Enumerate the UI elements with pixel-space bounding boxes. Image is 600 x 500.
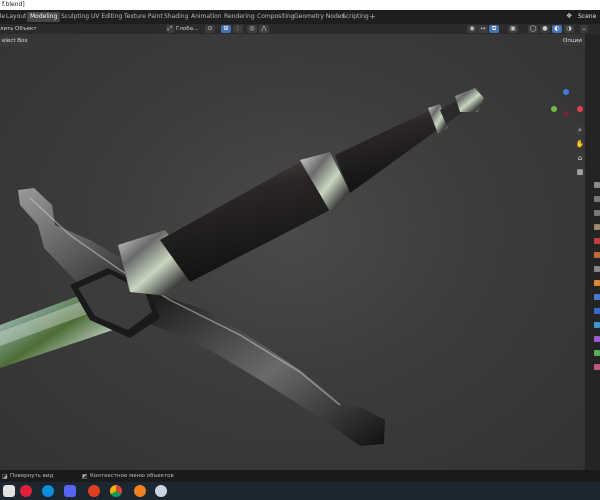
viewport-header: лить Объект ⤢ Глоба... ⊙ ⊞ ⋮ ◎ ⋀ ◉ ↔ ⧉ ▣… (0, 24, 600, 34)
world-props-icon[interactable] (594, 252, 600, 258)
snap-toggle-icon[interactable]: ⊞ (221, 25, 231, 33)
mouse-left-icon: ◪ (2, 473, 8, 480)
visibility-icon[interactable]: ◉ (467, 25, 477, 33)
xray-toggle-icon[interactable]: ▣ (508, 25, 518, 33)
data-props-icon[interactable] (594, 350, 600, 356)
options-dropdown[interactable]: Опции (560, 37, 585, 46)
transform-orientation-select[interactable]: Глоба... (176, 25, 198, 33)
app-icon[interactable] (155, 485, 167, 497)
windows-start-icon[interactable] (3, 485, 15, 497)
view-layer-props-icon[interactable] (594, 224, 600, 230)
tab-texture-paint[interactable]: Texture Paint (121, 12, 166, 22)
mouse-right-icon: ◩ (82, 473, 88, 480)
tab-uv-editing[interactable]: UV Editing (88, 12, 125, 22)
perspective-toggle-icon[interactable]: ▦ (575, 167, 585, 177)
transform-orientation-icon[interactable]: ⤢ (166, 25, 174, 33)
workspace-tabs-bar: File Layout Modeling Sculpting UV Editin… (0, 10, 600, 24)
tool-props-icon[interactable] (594, 182, 600, 188)
constraints-props-icon[interactable] (594, 336, 600, 342)
scene-icon[interactable]: ❖ (566, 12, 574, 20)
overlays-toggle-icon[interactable]: ⧉ (489, 25, 499, 33)
snap-target-icon[interactable]: ⋮ (233, 25, 243, 33)
pan-view-icon[interactable]: ✋ (575, 139, 585, 149)
3d-viewport[interactable]: ⌕ ✋ ⌂ ▦ (0, 34, 585, 470)
skype-icon[interactable] (42, 485, 54, 497)
discord-icon[interactable] (64, 485, 76, 497)
sword-model-render (0, 88, 484, 446)
modifier-props-icon[interactable] (594, 294, 600, 300)
select-box-tool[interactable]: elect Box (0, 37, 30, 46)
window-title: f.blend] (2, 1, 25, 8)
menu-object[interactable]: Объект (15, 25, 37, 33)
output-props-icon[interactable] (594, 210, 600, 216)
tab-shading[interactable]: Shading (161, 12, 191, 22)
shading-wireframe-icon[interactable]: ◯ (528, 25, 538, 33)
camera-view-icon[interactable]: ⌂ (575, 153, 585, 163)
gizmo-y-axis[interactable] (551, 106, 557, 112)
particles-props-icon[interactable] (594, 308, 600, 314)
scene-props-icon[interactable] (594, 238, 600, 244)
tab-layout[interactable]: Layout (3, 12, 29, 22)
menu-add[interactable]: лить (0, 25, 14, 33)
scene-name[interactable]: Scene (578, 13, 596, 20)
shading-solid-icon[interactable]: ● (540, 25, 550, 33)
status-rotate-view: Повернуть вид (10, 473, 54, 479)
gizmo-toggle-icon[interactable]: ↔ (478, 25, 488, 33)
shading-options-icon[interactable]: ⌄ (580, 25, 588, 33)
tab-modeling[interactable]: Modeling (27, 12, 61, 22)
render-props-icon[interactable] (594, 196, 600, 202)
object-props-icon[interactable] (594, 280, 600, 286)
status-context-menu: Контекстное меню объектов (90, 473, 174, 479)
shading-rendered-icon[interactable]: ◑ (564, 25, 574, 33)
tab-animation[interactable]: Animation (188, 12, 225, 22)
window-titlebar: f.blend] (0, 0, 600, 10)
opera-icon[interactable] (20, 485, 32, 497)
proportional-edit-icon[interactable]: ◎ (247, 25, 257, 33)
gizmo-z-axis[interactable] (563, 89, 569, 95)
chrome-icon[interactable] (110, 485, 122, 497)
pivot-point-icon[interactable]: ⊙ (205, 25, 215, 33)
add-workspace-button[interactable]: + (369, 12, 376, 22)
collection-props-icon[interactable] (594, 266, 600, 272)
gizmo-neg-x-axis[interactable] (563, 111, 569, 117)
material-props-icon[interactable] (594, 364, 600, 370)
status-bar: ◪ Повернуть вид ◩ Контекстное меню объек… (0, 470, 600, 482)
blender-icon[interactable] (134, 485, 146, 497)
tab-rendering[interactable]: Rendering (221, 12, 258, 22)
proportional-falloff-icon[interactable]: ⋀ (259, 25, 269, 33)
tab-sculpting[interactable]: Sculpting (58, 12, 92, 22)
physics-props-icon[interactable] (594, 322, 600, 328)
tab-scripting[interactable]: Scripting (339, 12, 372, 22)
zoom-view-icon[interactable]: ⌕ (575, 125, 585, 135)
shading-material-icon[interactable]: ◐ (552, 25, 562, 33)
media-player-icon[interactable] (88, 485, 100, 497)
gizmo-x-axis[interactable] (577, 106, 583, 112)
